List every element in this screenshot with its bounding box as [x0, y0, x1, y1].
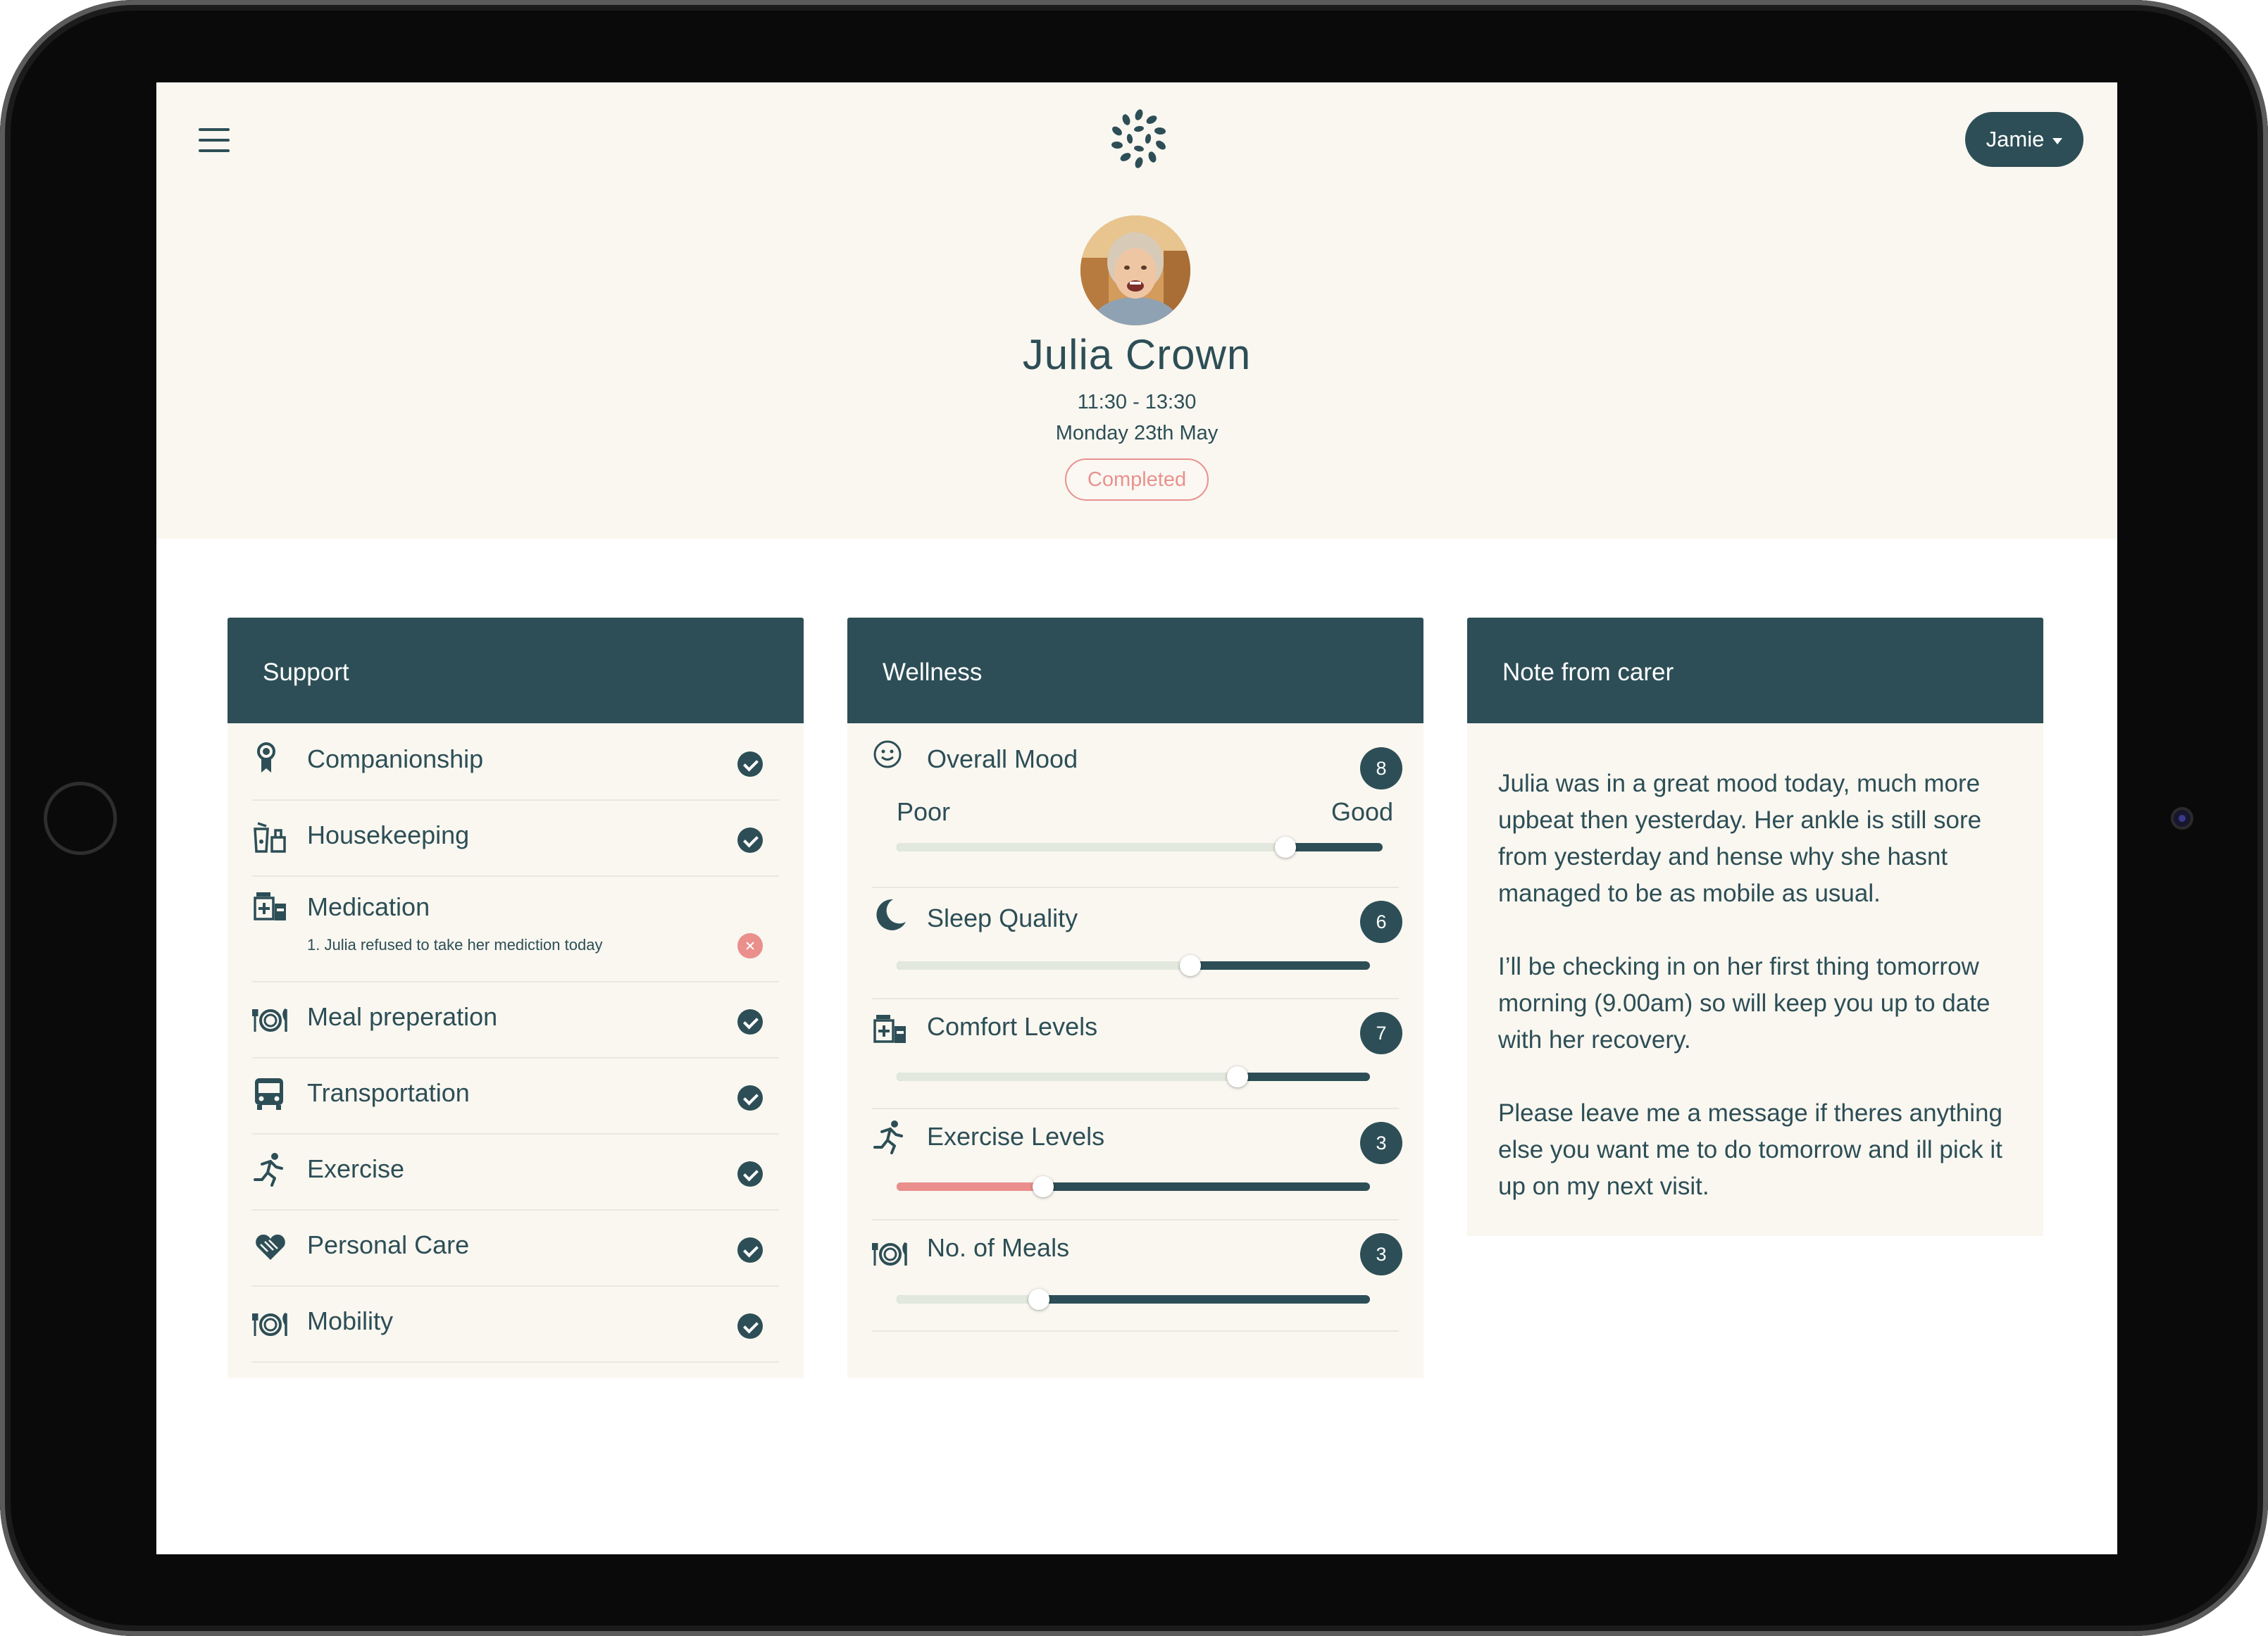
support-row-mobility[interactable]: Mobility	[252, 1287, 779, 1363]
slider-thumb[interactable]	[1033, 1176, 1054, 1197]
score-badge: 6	[1360, 901, 1402, 943]
note-paragraph: Julia was in a great mood today, much mo…	[1498, 770, 1982, 907]
wellness-label-sleep-quality: Sleep Quality	[927, 904, 1078, 932]
check-circle-icon[interactable]	[737, 828, 763, 853]
home-button[interactable]	[44, 782, 117, 855]
visit-header: Jamie Julia Crown 11:30 - 13:30 Monday 2…	[156, 82, 2117, 539]
wellness-row-no-of-meals: No. of Meals 3	[872, 1220, 1402, 1332]
leaf-cluster-logo-icon[interactable]	[1108, 108, 1170, 170]
user-menu-label: Jamie	[1986, 127, 2045, 151]
support-label-personal-care: Personal Care	[307, 1230, 470, 1259]
slider-fill	[897, 961, 1190, 970]
scale-high-label: Good	[1331, 797, 1394, 826]
wellness-row-comfort-levels: Comfort Levels 7	[872, 999, 1402, 1109]
slider-thumb[interactable]	[1275, 837, 1296, 858]
note-paragraph: I’ll be checking in on her first thing t…	[1498, 953, 1990, 1054]
slider-thumb[interactable]	[1028, 1289, 1049, 1310]
plate-cutlery-icon	[252, 1008, 287, 1032]
visit-time: 11:30 - 13:30	[1077, 391, 1197, 413]
wellness-row-sleep-quality: Sleep Quality 6	[872, 888, 1402, 999]
support-label-housekeeping: Housekeeping	[307, 820, 470, 849]
wellness-row-overall-mood: Overall Mood 8 Poor Good	[872, 723, 1402, 888]
hamburger-menu-icon[interactable]	[199, 125, 231, 157]
scale-low-label: Poor	[897, 797, 951, 826]
check-circle-icon[interactable]	[737, 1313, 763, 1339]
medication-note: 1. Julia refused to take her mediction t…	[307, 936, 603, 954]
support-card-title: Support	[228, 618, 804, 723]
carer-note-body: Julia was in a great mood today, much mo…	[1498, 766, 2033, 1242]
status-badge: Completed	[1065, 458, 1209, 501]
no-of-meals-slider[interactable]	[897, 1289, 1370, 1310]
check-circle-icon[interactable]	[737, 1161, 763, 1187]
comfort-levels-slider[interactable]	[897, 1066, 1370, 1087]
support-row-companionship[interactable]: Companionship	[252, 723, 779, 801]
support-row-personal-care[interactable]: Personal Care	[252, 1211, 779, 1287]
support-row-housekeeping[interactable]: Housekeeping	[252, 801, 779, 877]
smiley-face-icon	[873, 740, 902, 768]
wellness-label-no-of-meals: No. of Meals	[927, 1233, 1070, 1262]
support-card: Support Companionship Housekeeping Medic…	[228, 618, 804, 1378]
wellness-label-exercise-levels: Exercise Levels	[927, 1122, 1105, 1151]
slider-fill	[897, 1073, 1238, 1081]
patient-avatar	[1080, 216, 1190, 325]
wellness-label-comfort-levels: Comfort Levels	[927, 1012, 1098, 1041]
carer-note-title: Note from carer	[1467, 618, 2043, 723]
exercise-levels-slider[interactable]	[897, 1176, 1370, 1197]
slider-fill	[897, 843, 1285, 851]
wellness-card: Wellness Overall Mood 8 Poor Good Sleep …	[847, 618, 1423, 1378]
cleaning-supplies-icon	[254, 822, 286, 853]
check-circle-icon[interactable]	[737, 1237, 763, 1263]
slider-thumb[interactable]	[1179, 955, 1201, 976]
overall-mood-slider[interactable]	[897, 837, 1383, 858]
running-person-icon	[254, 1153, 283, 1187]
bus-icon	[255, 1078, 283, 1110]
crescent-moon-icon	[876, 899, 906, 930]
check-circle-icon[interactable]	[737, 1009, 763, 1035]
support-row-exercise[interactable]: Exercise	[252, 1135, 779, 1211]
plate-cutlery-icon	[872, 1242, 907, 1266]
support-row-transportation[interactable]: Transportation	[252, 1059, 779, 1135]
support-label-exercise: Exercise	[307, 1154, 405, 1183]
support-label-meal-preperation: Meal preperation	[307, 1002, 498, 1031]
medicine-box-icon	[254, 892, 286, 920]
running-person-icon	[873, 1120, 903, 1154]
slider-thumb[interactable]	[1226, 1066, 1248, 1087]
wellness-card-title: Wellness	[847, 618, 1423, 723]
support-label-companionship: Companionship	[307, 744, 484, 773]
note-paragraph: Please leave me a message if theres anyt…	[1498, 1099, 2002, 1200]
tablet-frame: Jamie Julia Crown 11:30 - 13:30 Monday 2…	[0, 0, 2268, 1636]
score-badge: 3	[1360, 1233, 1402, 1275]
score-badge: 7	[1360, 1012, 1402, 1054]
score-badge: 3	[1360, 1122, 1402, 1164]
check-circle-icon[interactable]	[737, 1085, 763, 1111]
sleep-quality-slider[interactable]	[897, 955, 1370, 976]
slider-fill	[897, 1295, 1039, 1304]
score-badge: 8	[1360, 747, 1402, 789]
visit-date: Monday 23th May	[1055, 422, 1219, 444]
support-row-meal-preperation[interactable]: Meal preperation	[252, 982, 779, 1059]
caring-hands-heart-icon	[256, 1235, 285, 1260]
cross-circle-icon[interactable]	[737, 933, 763, 959]
front-camera	[2171, 807, 2193, 830]
support-label-medication: Medication	[307, 892, 430, 921]
patient-name: Julia Crown	[1022, 331, 1252, 378]
support-row-medication[interactable]: Medication 1. Julia refused to take her …	[252, 877, 779, 982]
user-menu-button[interactable]: Jamie	[1965, 112, 2083, 167]
check-circle-icon[interactable]	[737, 751, 763, 777]
caret-down-icon	[2052, 137, 2063, 144]
support-label-mobility: Mobility	[307, 1306, 394, 1335]
wellness-row-exercise-levels: Exercise Levels 3	[872, 1109, 1402, 1220]
wellness-label-overall-mood: Overall Mood	[927, 744, 1078, 773]
plate-cutlery-icon	[252, 1312, 287, 1336]
slider-fill	[897, 1182, 1044, 1191]
award-ribbon-icon	[257, 742, 275, 773]
carer-note-card: Note from carer Julia was in a great moo…	[1467, 618, 2043, 1236]
support-label-transportation: Transportation	[307, 1078, 470, 1107]
app-screen: Jamie Julia Crown 11:30 - 13:30 Monday 2…	[156, 82, 2117, 1554]
medicine-box-icon	[873, 1015, 906, 1043]
